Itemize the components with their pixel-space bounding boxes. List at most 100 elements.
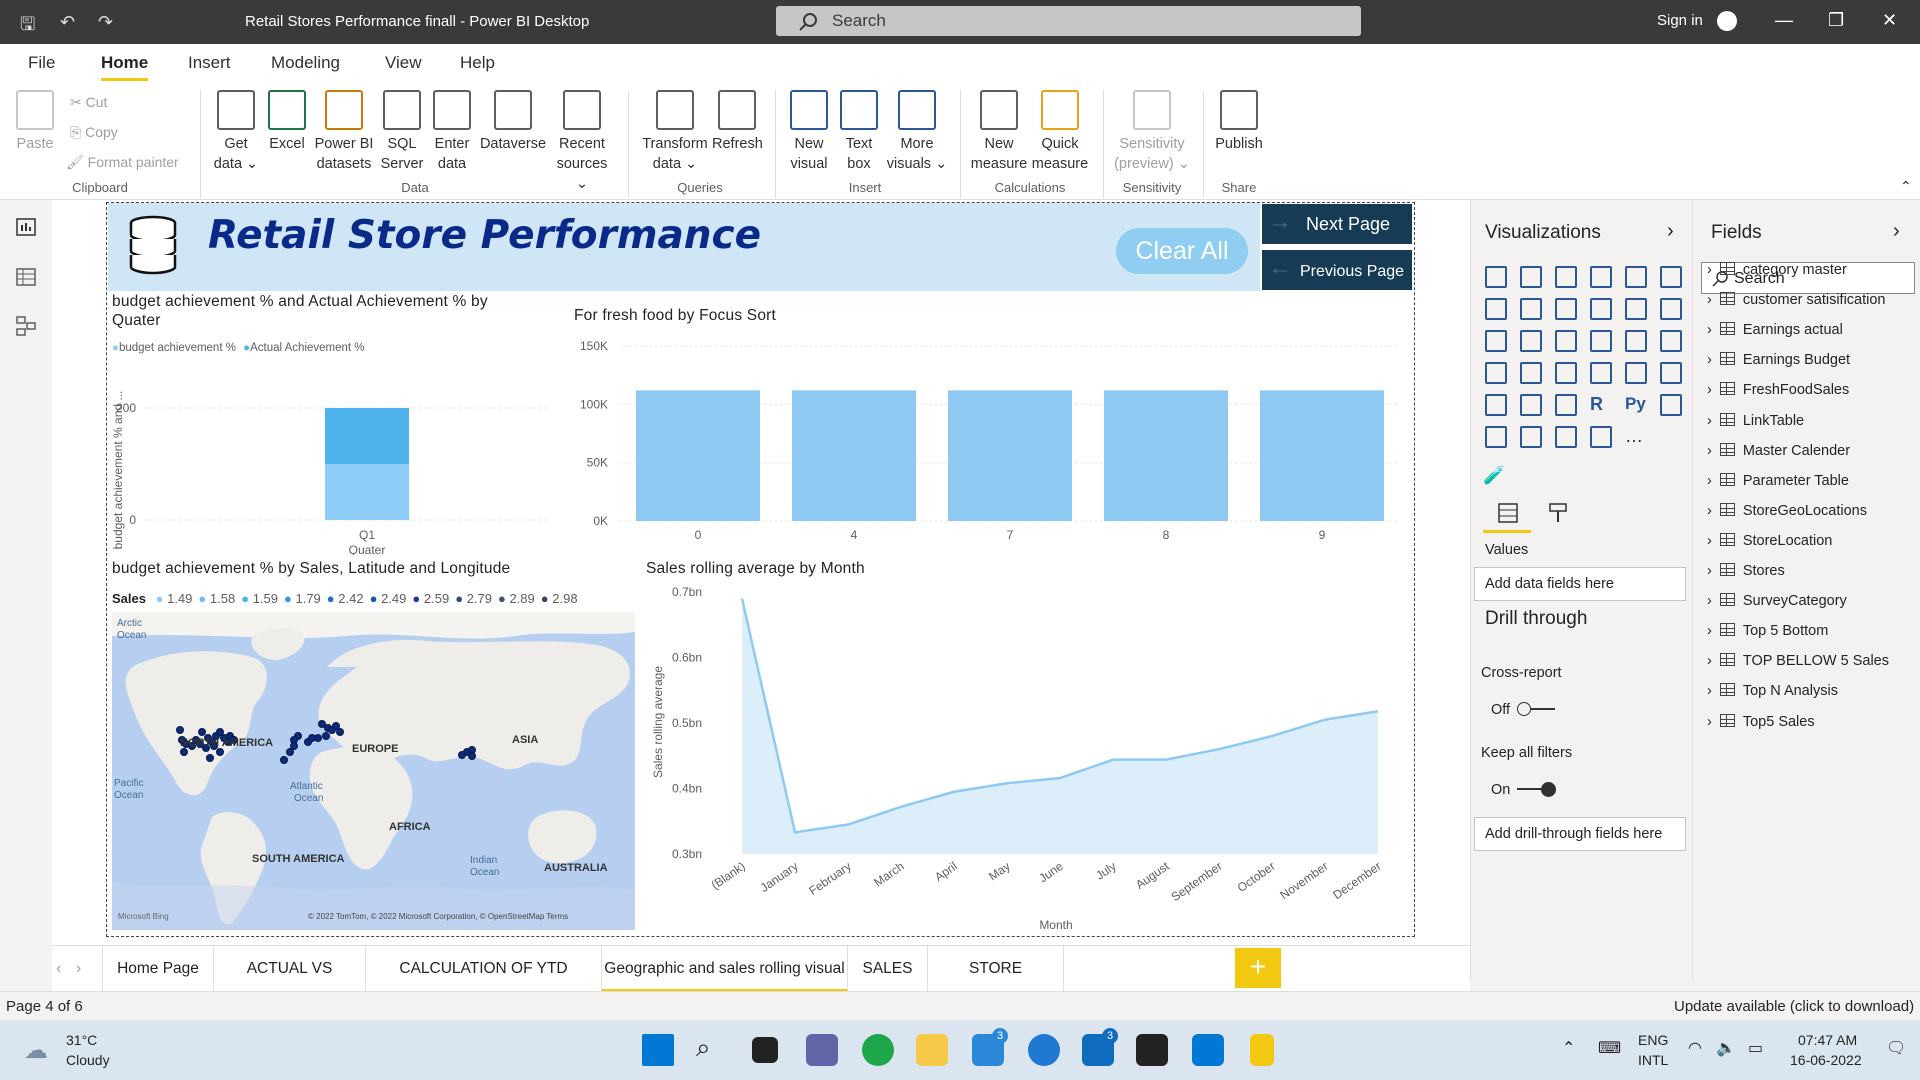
paginated-icon[interactable]: [1590, 426, 1612, 448]
tab-geographic[interactable]: Geographic and sales rolling visual: [602, 946, 848, 992]
map-dot[interactable]: [286, 748, 294, 756]
model-view-icon[interactable]: [16, 316, 36, 336]
recent-sources-button[interactable]: Recent sources ⌄: [550, 90, 614, 194]
decomposition-tree-icon[interactable]: [1485, 426, 1507, 448]
field-table[interactable]: › customer satisification: [1707, 292, 1885, 308]
line-column-icon[interactable]: [1590, 298, 1612, 320]
cross-report-toggle[interactable]: [1517, 702, 1557, 716]
stacked-area-icon[interactable]: [1555, 298, 1577, 320]
map-dot[interactable]: [280, 756, 288, 764]
visual2-chart[interactable]: 0K 50K 100K 150K 0 4 7 8 9: [570, 334, 1406, 549]
language-2[interactable]: INTL: [1638, 1052, 1668, 1068]
powerbi-taskbar-icon[interactable]: [1250, 1034, 1274, 1066]
map-dot[interactable]: [176, 726, 184, 734]
keyboard-icon[interactable]: ⌨: [1598, 1038, 1621, 1058]
sql-server-button[interactable]: SQL Server: [380, 90, 424, 174]
volume-icon[interactable]: 🔈: [1716, 1038, 1736, 1058]
collapse-ribbon-icon[interactable]: ⌃: [1900, 178, 1912, 195]
chevron-right-icon[interactable]: ›: [1707, 473, 1712, 489]
minimize-icon[interactable]: —: [1775, 10, 1793, 31]
chevron-right-icon[interactable]: ›: [1707, 653, 1712, 669]
save-icon[interactable]: 🖫: [20, 12, 35, 42]
stacked-column-icon[interactable]: [1520, 266, 1542, 288]
v2-bar[interactable]: [948, 390, 1072, 521]
map-dot[interactable]: [198, 728, 206, 736]
field-table[interactable]: › SurveyCategory: [1707, 593, 1847, 609]
restore-icon[interactable]: ❐: [1828, 10, 1844, 31]
map-dot[interactable]: [180, 748, 188, 756]
field-table[interactable]: › Top5 Sales: [1707, 713, 1815, 730]
text-box-button[interactable]: Text box: [838, 90, 880, 174]
map-visual[interactable]: Arctic Ocean NORTH AMERICA EUROPE ASIA P…: [112, 612, 635, 930]
terminal-icon[interactable]: [1136, 1034, 1168, 1066]
r-visual-icon[interactable]: R: [1590, 394, 1612, 416]
treemap-icon[interactable]: [1660, 330, 1682, 352]
language-1[interactable]: ENG: [1638, 1032, 1668, 1048]
map-dot[interactable]: [206, 754, 214, 762]
100-column-icon[interactable]: [1660, 266, 1682, 288]
field-table[interactable]: › TOP BELLOW 5 Sales: [1707, 653, 1889, 669]
collapse-fields-icon[interactable]: ›: [1893, 220, 1900, 243]
task-view-icon[interactable]: [752, 1037, 778, 1063]
python-visual-icon[interactable]: Py: [1625, 394, 1647, 416]
field-table[interactable]: › Earnings actual: [1707, 322, 1843, 338]
visual4-chart[interactable]: 0.3bn 0.4bn 0.5bn 0.6bn 0.7bn Sales rolling a…: [640, 582, 1400, 937]
key-influencers-icon[interactable]: [1660, 394, 1682, 416]
v2-bar[interactable]: [792, 390, 916, 521]
paste-button[interactable]: Paste: [14, 90, 56, 154]
refresh-button[interactable]: Refresh: [712, 90, 763, 154]
menu-home[interactable]: Home: [101, 53, 149, 81]
table-icon[interactable]: [1520, 394, 1542, 416]
tab-sales[interactable]: SALES: [848, 946, 928, 992]
update-link[interactable]: Update available (click to download): [1674, 998, 1914, 1015]
dataverse-button[interactable]: Dataverse: [478, 90, 548, 154]
v2-bar[interactable]: [636, 390, 760, 521]
avatar[interactable]: [1717, 11, 1737, 31]
chevron-right-icon[interactable]: ›: [1707, 593, 1712, 609]
clustered-column-icon[interactable]: [1590, 266, 1612, 288]
chevron-right-icon[interactable]: ›: [1707, 714, 1712, 730]
map-dot[interactable]: [308, 734, 316, 742]
map-dot[interactable]: [216, 748, 224, 756]
area-icon[interactable]: [1520, 298, 1542, 320]
clear-all-button[interactable]: Clear All: [1116, 228, 1248, 274]
file-explorer-icon[interactable]: [916, 1034, 948, 1066]
field-table[interactable]: › Stores: [1707, 563, 1785, 579]
field-table[interactable]: › LinkTable: [1707, 412, 1804, 429]
add-data-fields-well[interactable]: Add data fields here: [1474, 567, 1686, 601]
map-dot[interactable]: [336, 728, 344, 736]
scatter-icon[interactable]: [1555, 330, 1577, 352]
menu-file[interactable]: File: [28, 53, 55, 73]
get-data-button[interactable]: Get data ⌄: [210, 90, 262, 174]
chevron-right-icon[interactable]: ›: [1707, 352, 1712, 368]
gauge-icon[interactable]: [1555, 362, 1577, 384]
clustered-bar-icon[interactable]: [1555, 266, 1577, 288]
map-dot[interactable]: [468, 752, 476, 760]
ribbon-icon[interactable]: [1660, 298, 1682, 320]
tab-calculation[interactable]: CALCULATION OF YTD ,MTD,QTD: [366, 946, 602, 1023]
matrix-icon[interactable]: [1555, 394, 1577, 416]
more-visuals-button[interactable]: More visuals ⌄: [886, 90, 948, 174]
notification-icon[interactable]: 🗨: [1886, 1038, 1906, 1058]
tab-store-manager[interactable]: STORE MANAGER: [928, 946, 1064, 1023]
v2-bar[interactable]: [1104, 390, 1228, 521]
chevron-right-icon[interactable]: ›: [1707, 262, 1712, 278]
chevron-right-icon[interactable]: ›: [1707, 503, 1712, 519]
enter-data-button[interactable]: Enter data: [430, 90, 474, 174]
edge-icon[interactable]: [862, 1034, 894, 1066]
kpi-icon[interactable]: [1660, 362, 1682, 384]
keep-filters-toggle[interactable]: [1517, 782, 1557, 797]
line-clustered-icon[interactable]: [1625, 298, 1647, 320]
search-input[interactable]: Search: [776, 6, 1361, 36]
copy-button[interactable]: ⎘ Copy: [70, 124, 118, 141]
previous-page-button[interactable]: ← Previous Page: [1262, 250, 1412, 290]
format-paint-roller-icon[interactable]: [1547, 502, 1569, 524]
fields-tab-icon[interactable]: [1497, 502, 1519, 524]
menu-insert[interactable]: Insert: [188, 53, 231, 73]
field-table[interactable]: › Master Calender: [1707, 442, 1850, 459]
map-dot[interactable]: [322, 732, 330, 740]
chevron-up-icon[interactable]: ⌃: [1562, 1038, 1575, 1058]
collapse-viz-icon[interactable]: ›: [1667, 220, 1674, 243]
vscode-icon[interactable]: [1192, 1034, 1224, 1066]
chevron-right-icon[interactable]: ›: [1707, 413, 1712, 429]
